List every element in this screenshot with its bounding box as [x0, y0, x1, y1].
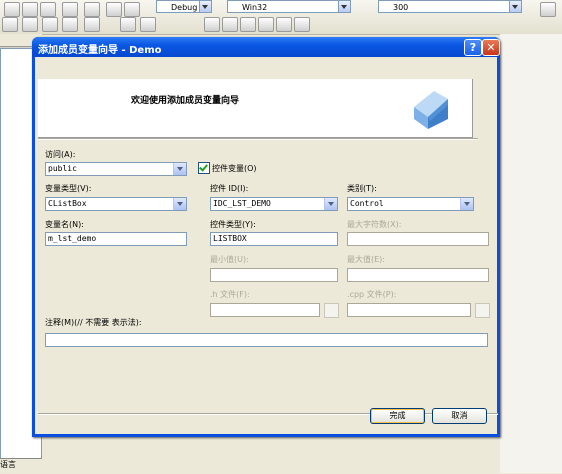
access-label: 访问(A):	[45, 150, 76, 159]
control-id-label: 控件 ID(I):	[210, 184, 249, 193]
find-combo[interactable]: 300	[378, 0, 522, 13]
add-member-variable-dialog: 添加成员变量向导 - Demo ? ✕ 欢迎使用添加成员变量向导 访问(A): …	[32, 37, 500, 437]
ide-toolbar: Debug Win32 300	[0, 0, 562, 35]
h-file-label: .h 文件(F):	[210, 290, 250, 299]
cpp-file-input	[347, 303, 471, 317]
category-value: Control	[350, 199, 384, 208]
header-divider	[38, 138, 478, 140]
toolbar-button[interactable]	[84, 17, 100, 32]
chevron-down-icon[interactable]	[173, 198, 186, 210]
comment-label: 注释(M)(// 不需要 表示法):	[45, 318, 142, 327]
control-type-label: 控件类型(Y):	[210, 220, 256, 229]
toolbar-button[interactable]	[124, 2, 140, 17]
category-select[interactable]: Control	[347, 197, 474, 211]
max-chars-label: 最大字符数(X):	[347, 220, 402, 229]
close-button[interactable]: ✕	[482, 39, 500, 56]
toolbar-button[interactable]	[258, 17, 274, 32]
chevron-down-icon[interactable]	[460, 198, 473, 210]
footer-divider	[38, 413, 498, 415]
variable-type-select[interactable]: CListBox	[45, 197, 187, 211]
cancel-button[interactable]: 取消	[432, 408, 487, 424]
dialog-client: 欢迎使用添加成员变量向导 访问(A): public 控件变量(O) 变量类型(…	[35, 57, 498, 434]
access-select[interactable]: public	[45, 162, 187, 176]
toolbar-button[interactable]	[4, 2, 20, 17]
help-icon: ?	[469, 41, 477, 54]
variable-type-value: CListBox	[48, 199, 87, 208]
wizard-header-panel: 欢迎使用添加成员变量向导	[38, 79, 473, 138]
chevron-down-icon[interactable]	[338, 1, 350, 12]
toolbar-button[interactable]	[222, 17, 238, 32]
config-value: Debug	[171, 3, 198, 12]
chevron-down-icon[interactable]	[509, 1, 521, 12]
cpp-file-browse-button	[475, 303, 490, 318]
find-value: 300	[393, 3, 409, 12]
help-button[interactable]: ?	[464, 39, 482, 56]
undo-icon[interactable]	[62, 2, 78, 17]
toolbar-button[interactable]	[240, 17, 256, 32]
toolbar-button[interactable]	[294, 17, 310, 32]
h-file-input	[210, 303, 320, 317]
max-value-label: 最大值(E):	[347, 255, 385, 264]
platform-value: Win32	[242, 3, 268, 12]
access-value: public	[48, 164, 77, 173]
wizard-cube-icon	[414, 91, 448, 129]
toolbar-button[interactable]	[120, 17, 136, 32]
toolbar-button[interactable]	[22, 17, 38, 32]
min-value-label: 最小值(U):	[210, 255, 249, 264]
toolbar-button[interactable]	[106, 2, 122, 17]
control-variable-label: 控件变量(O)	[212, 164, 257, 173]
bottom-tab-label: 语言	[0, 460, 16, 469]
toolbar-button[interactable]	[42, 17, 58, 32]
variable-type-label: 变量类型(V):	[45, 184, 92, 193]
dialog-titlebar[interactable]: 添加成员变量向导 - Demo ? ✕	[32, 37, 500, 57]
config-combo[interactable]: Debug	[156, 0, 212, 13]
variable-name-input[interactable]: m_lst_demo	[45, 232, 187, 246]
min-value-input	[210, 268, 338, 282]
dialog-title: 添加成员变量向导 - Demo	[38, 45, 162, 56]
cpp-file-label: .cpp 文件(P):	[347, 290, 397, 299]
toolbar-button[interactable]	[204, 17, 220, 32]
control-type-field: LISTBOX	[210, 232, 338, 246]
toolbar-button[interactable]	[276, 17, 292, 32]
toolbar-button[interactable]	[22, 2, 38, 17]
bottom-tab[interactable]: 语言	[0, 458, 42, 474]
finish-button[interactable]: 完成	[370, 408, 425, 424]
control-id-value: IDC_LST_DEMO	[213, 199, 271, 208]
toolbar-button[interactable]	[62, 17, 78, 32]
control-variable-checkbox[interactable]	[198, 162, 210, 174]
toolbar-button[interactable]	[40, 2, 56, 17]
finish-label: 完成	[389, 411, 406, 420]
comment-input[interactable]	[45, 333, 488, 347]
variable-name-label: 变量名(N):	[45, 220, 84, 229]
wizard-heading: 欢迎使用添加成员变量向导	[131, 96, 240, 106]
editor-area	[500, 34, 562, 473]
redo-icon[interactable]	[84, 2, 100, 17]
control-type-value: LISTBOX	[213, 234, 247, 243]
variable-name-value: m_lst_demo	[48, 234, 97, 243]
chevron-down-icon[interactable]	[199, 1, 211, 12]
platform-combo[interactable]: Win32	[227, 0, 351, 13]
close-icon[interactable]	[540, 2, 556, 17]
close-icon: ✕	[486, 41, 496, 54]
max-chars-input	[347, 232, 489, 246]
toolbar-button[interactable]	[140, 17, 156, 32]
category-label: 类别(T):	[347, 184, 377, 193]
chevron-down-icon[interactable]	[324, 198, 337, 210]
max-value-input	[347, 268, 489, 282]
h-file-browse-button	[324, 303, 339, 318]
cancel-label: 取消	[451, 411, 468, 420]
control-id-select[interactable]: IDC_LST_DEMO	[210, 197, 338, 211]
toolbar-button[interactable]	[2, 17, 18, 32]
chevron-down-icon[interactable]	[173, 163, 186, 175]
